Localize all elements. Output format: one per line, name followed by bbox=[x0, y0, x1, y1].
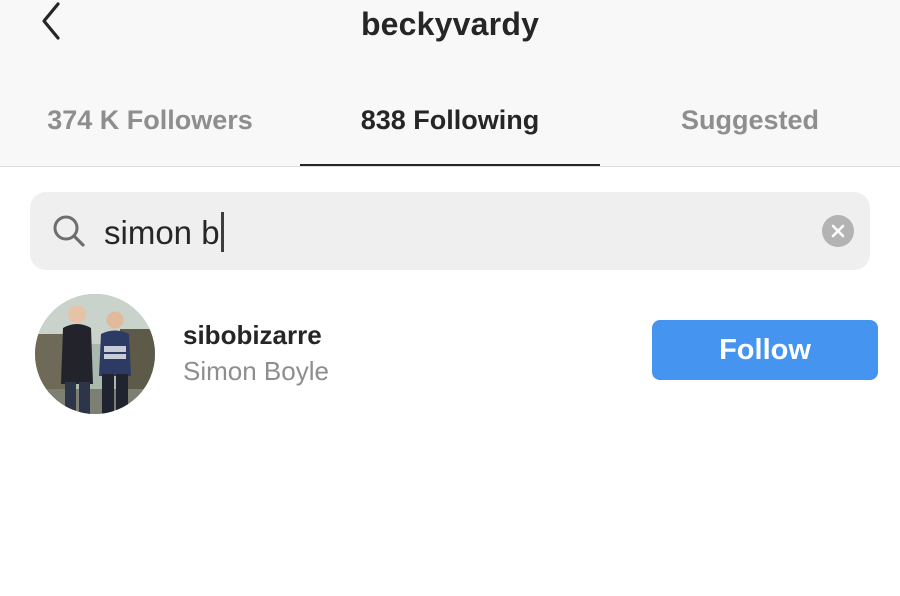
clear-search-button[interactable] bbox=[822, 215, 854, 247]
text-cursor bbox=[220, 212, 224, 252]
profile-header: beckyvardy 374 K Followers 838 Following… bbox=[0, 0, 900, 167]
avatar-photo bbox=[35, 294, 155, 414]
following-screen: beckyvardy 374 K Followers 838 Following… bbox=[0, 0, 900, 596]
tab-suggested[interactable]: Suggested bbox=[600, 100, 900, 166]
tab-followers[interactable]: 374 K Followers bbox=[0, 100, 300, 166]
result-full-name: Simon Boyle bbox=[183, 356, 329, 386]
result-username[interactable]: sibobizarre bbox=[183, 320, 322, 351]
search-input-value: simon b bbox=[104, 214, 220, 251]
search-icon bbox=[53, 215, 85, 247]
follow-button[interactable]: Follow bbox=[652, 320, 878, 380]
clear-icon bbox=[831, 224, 845, 238]
page-title: beckyvardy bbox=[360, 6, 540, 42]
search-bar[interactable]: simon b bbox=[30, 192, 870, 270]
list-item[interactable]: sibobizarre Simon Boyle Follow bbox=[0, 292, 900, 416]
avatar[interactable] bbox=[35, 294, 155, 414]
active-tab-indicator bbox=[300, 164, 600, 166]
search-input[interactable]: simon b bbox=[104, 212, 224, 253]
tab-following[interactable]: 838 Following bbox=[300, 100, 600, 166]
